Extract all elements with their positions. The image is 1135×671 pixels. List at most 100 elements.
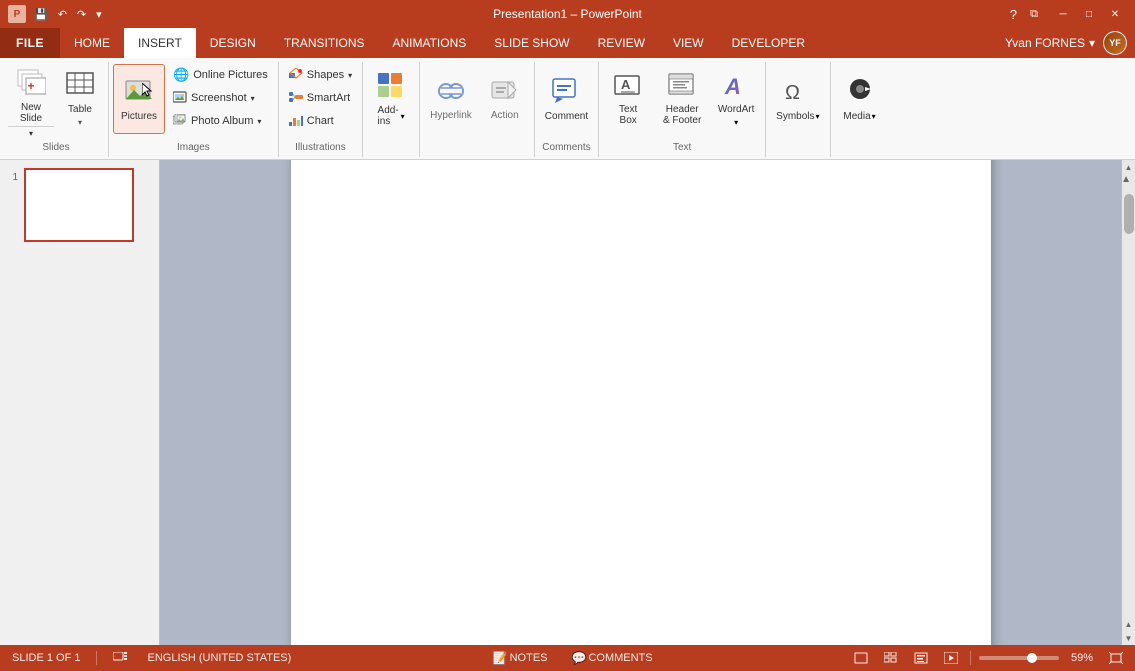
- new-slide-button[interactable]: + NewSlide ▾: [8, 64, 54, 140]
- slide-canvas[interactable]: [291, 160, 991, 645]
- user-avatar[interactable]: YF: [1103, 31, 1127, 55]
- insert-menu[interactable]: INSERT: [124, 28, 196, 58]
- title-bar-right: ? ⧉ ─ □ ✕: [1010, 5, 1127, 23]
- photo-album-button[interactable]: Photo Album ▾: [167, 110, 274, 132]
- screenshot-button[interactable]: Screenshot ▾: [167, 87, 274, 109]
- normal-view-icon: [854, 652, 868, 664]
- design-menu[interactable]: DESIGN: [196, 28, 270, 58]
- review-menu[interactable]: REVIEW: [584, 28, 659, 58]
- user-dropdown[interactable]: Yvan FORNES ▾: [1005, 36, 1095, 50]
- smartart-button[interactable]: SmartArt: [283, 87, 358, 109]
- normal-view-button[interactable]: [850, 652, 872, 664]
- help-button[interactable]: ?: [1010, 7, 1017, 22]
- addins-group: Add-ins ▾: [363, 62, 420, 157]
- media-label-row: Media ▾: [843, 111, 875, 122]
- undo-button[interactable]: ↶: [54, 6, 71, 23]
- new-slide-icon-area: + NewSlide: [8, 64, 54, 126]
- slides-group-items: + NewSlide ▾: [8, 64, 104, 140]
- status-bar: SLIDE 1 OF 1 ENGLISH (UNITED STATES) 📝 N…: [0, 645, 1135, 671]
- shapes-arrow: ▾: [348, 71, 352, 80]
- header-footer-icon: [667, 72, 697, 101]
- textbox-button[interactable]: A TextBox: [603, 64, 653, 134]
- images-small-buttons: 🌐 Online Pictures Screenshot: [167, 64, 274, 132]
- new-slide-dropdown[interactable]: ▾: [8, 126, 54, 140]
- title-bar-left: P 💾 ↶ ↷ ▾: [8, 5, 106, 23]
- wordart-button[interactable]: A WordArt ▾: [711, 64, 761, 134]
- media-icon: [845, 77, 875, 108]
- home-menu[interactable]: HOME: [60, 28, 124, 58]
- scrollbar-thumb[interactable]: [1124, 194, 1134, 234]
- vertical-scrollbar[interactable]: ▲ ▲ ▼: [1121, 160, 1135, 645]
- fit-slide-button[interactable]: [1105, 652, 1127, 664]
- file-menu[interactable]: FILE: [0, 28, 60, 58]
- view-menu[interactable]: VIEW: [659, 28, 718, 58]
- animations-menu[interactable]: ANIMATIONS: [378, 28, 480, 58]
- shapes-button[interactable]: Shapes ▾: [283, 64, 358, 86]
- illustrations-group: Shapes ▾ Smar: [279, 62, 363, 157]
- media-group-items: Media ▾: [835, 64, 885, 151]
- text-group-items: A TextBox: [603, 64, 761, 140]
- textbox-label: TextBox: [619, 104, 637, 126]
- slideshow-menu[interactable]: SLIDE SHOW: [480, 28, 583, 58]
- addins-arrow: ▾: [401, 112, 405, 121]
- minimize-button[interactable]: ─: [1051, 5, 1075, 23]
- scroll-down-button[interactable]: ▼: [1122, 631, 1135, 645]
- zoom-level: 59%: [1067, 652, 1097, 664]
- restore-button[interactable]: ⧉: [1025, 5, 1043, 23]
- comments-button[interactable]: 💬 COMMENTS: [568, 651, 657, 665]
- ribbon: + NewSlide ▾: [0, 58, 1135, 160]
- media-arrow: ▾: [872, 112, 876, 121]
- maximize-button[interactable]: □: [1077, 5, 1101, 23]
- comment-button[interactable]: Comment: [539, 64, 594, 134]
- symbols-group: Ω Symbols ▾: [766, 62, 830, 157]
- developer-menu[interactable]: DEVELOPER: [718, 28, 819, 58]
- addins-button[interactable]: Add-ins ▾: [367, 64, 415, 134]
- photo-album-label: Photo Album: [191, 115, 253, 127]
- notes-button[interactable]: 📝 NOTES: [489, 651, 552, 665]
- header-footer-button[interactable]: Header& Footer: [655, 64, 709, 134]
- quick-access-dropdown[interactable]: ▾: [92, 6, 106, 23]
- wordart-label: WordArt: [718, 104, 755, 115]
- comments-label: COMMENTS: [588, 652, 652, 664]
- illustrations-group-label: Illustrations: [283, 140, 358, 155]
- comments-group-label: Comments: [539, 140, 594, 155]
- shapes-label: Shapes: [307, 69, 344, 81]
- slide-sorter-button[interactable]: [880, 652, 902, 664]
- addins-label: Add-ins: [378, 105, 399, 127]
- new-slide-label: NewSlide: [20, 102, 42, 124]
- hyperlink-button[interactable]: Hyperlink: [424, 64, 478, 134]
- slideshow-button[interactable]: [940, 652, 962, 664]
- language-label[interactable]: ENGLISH (UNITED STATES): [143, 652, 295, 664]
- online-pictures-label: Online Pictures: [193, 69, 268, 81]
- notes-label: NOTES: [510, 652, 548, 664]
- redo-button[interactable]: ↷: [73, 6, 90, 23]
- media-label: Media: [843, 111, 870, 122]
- comment-label: Comment: [545, 111, 588, 122]
- chart-button[interactable]: Chart: [283, 110, 358, 132]
- scroll-down-prev-button[interactable]: ▲: [1122, 617, 1135, 631]
- notes-icon: 📝: [493, 651, 508, 665]
- hyperlink-label: Hyperlink: [430, 110, 472, 121]
- table-arrow: ▾: [78, 118, 82, 127]
- symbols-button[interactable]: Ω Symbols ▾: [770, 64, 825, 134]
- images-group-items: Pictures 🌐 Online Pictures: [113, 64, 274, 140]
- media-button[interactable]: Media ▾: [835, 64, 885, 134]
- zoom-slider[interactable]: [979, 656, 1059, 660]
- symbols-label-row: Symbols ▾: [776, 111, 819, 122]
- slide-thumbnail-item[interactable]: 1: [4, 168, 155, 242]
- action-button[interactable]: Action: [480, 64, 530, 134]
- symbols-group-items: Ω Symbols ▾: [770, 64, 825, 151]
- slides-group-label: Slides: [8, 140, 104, 155]
- scroll-up-button[interactable]: ▲: [1122, 160, 1135, 174]
- slide-view-button[interactable]: [109, 652, 131, 664]
- transitions-menu[interactable]: TRANSITIONS: [270, 28, 379, 58]
- save-button[interactable]: 💾: [30, 6, 52, 23]
- new-slide-icon: +: [16, 68, 46, 100]
- pictures-button[interactable]: Pictures: [113, 64, 165, 134]
- reading-view-button[interactable]: [910, 652, 932, 664]
- online-pictures-icon: 🌐: [173, 67, 189, 83]
- close-button[interactable]: ✕: [1103, 5, 1127, 23]
- status-divider1: [96, 651, 97, 665]
- online-pictures-button[interactable]: 🌐 Online Pictures: [167, 64, 274, 86]
- table-button[interactable]: Table ▾: [56, 64, 104, 134]
